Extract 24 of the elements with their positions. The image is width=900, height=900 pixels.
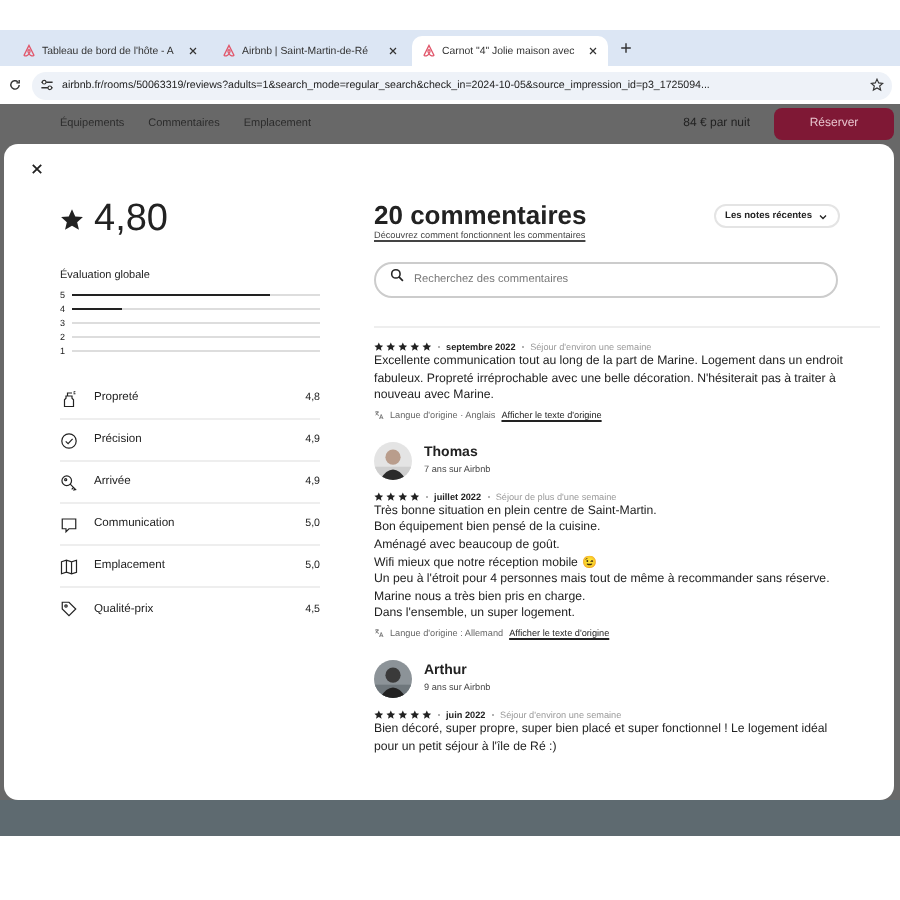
translate-icon xyxy=(374,627,384,638)
search-icon xyxy=(390,267,404,281)
key-icon xyxy=(60,473,78,491)
check-circle-icon xyxy=(60,431,78,449)
close-tab-icon[interactable] xyxy=(388,46,398,56)
speech-bubble-icon xyxy=(60,515,78,533)
tag-icon xyxy=(60,600,78,618)
map-icon xyxy=(60,557,78,575)
translate-icon xyxy=(374,409,384,420)
site-settings-icon[interactable] xyxy=(40,78,54,92)
bookmark-star-icon[interactable] xyxy=(870,78,884,92)
site-logo-icon xyxy=(422,44,436,58)
star-icon xyxy=(60,208,84,232)
new-tab-icon[interactable] xyxy=(620,42,632,54)
site-logo-icon xyxy=(222,44,236,58)
reviews-title: 20 commentaires xyxy=(374,200,587,230)
caret-icon xyxy=(818,211,828,221)
spray-bottle-icon xyxy=(60,389,78,407)
close-icon[interactable] xyxy=(30,162,44,176)
reload-icon[interactable] xyxy=(8,78,22,92)
close-tab-icon[interactable] xyxy=(588,46,598,56)
average-rating: 4,80 xyxy=(94,200,168,240)
site-logo-icon xyxy=(22,44,36,58)
close-tab-icon[interactable] xyxy=(188,46,198,56)
